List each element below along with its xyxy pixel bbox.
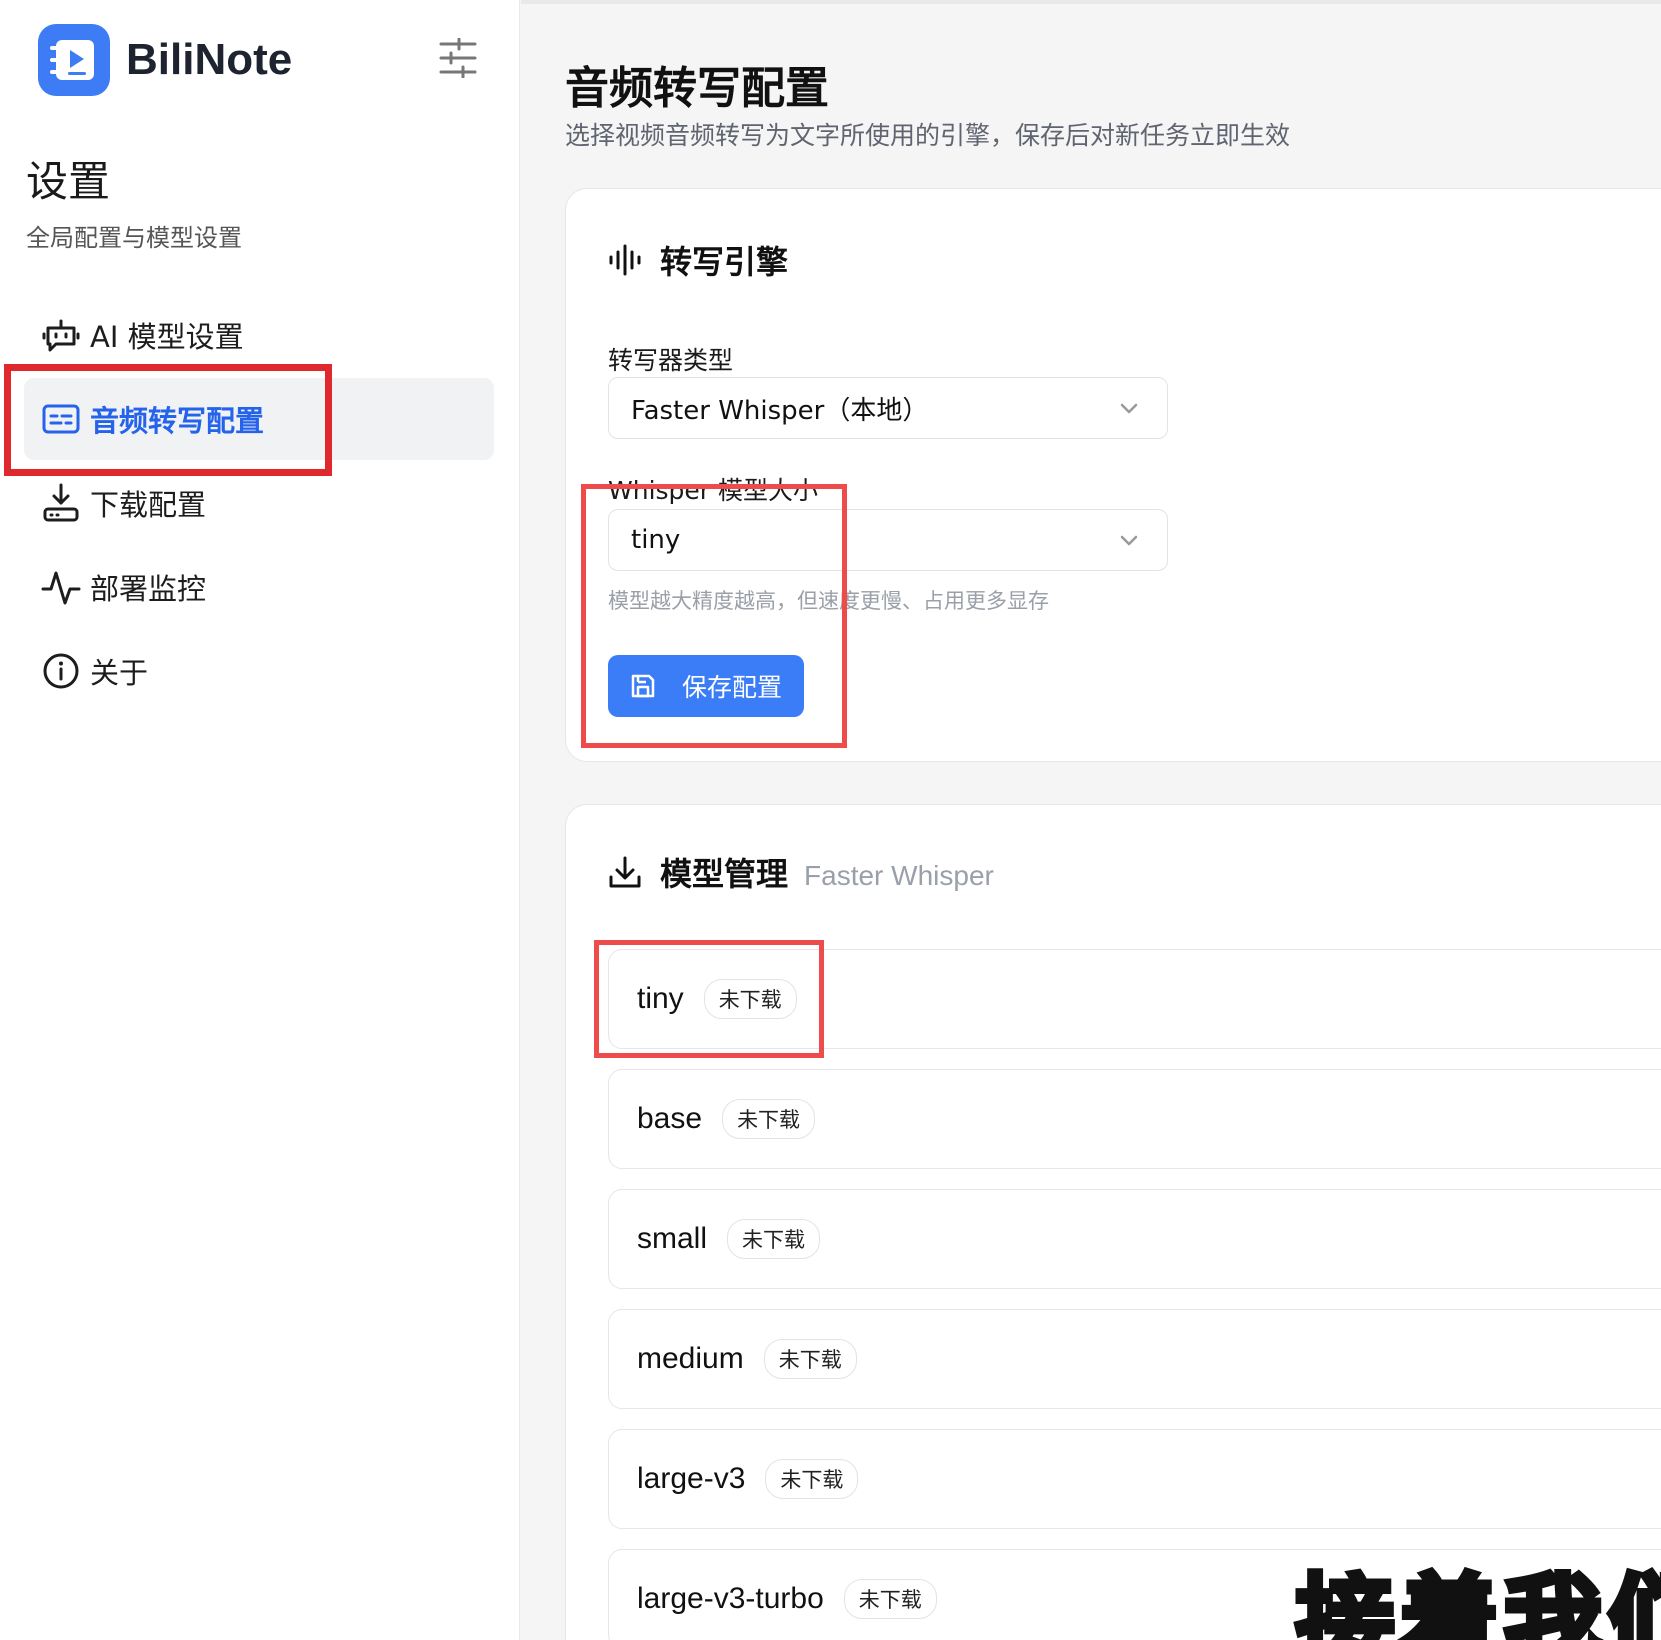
model-size-label: Whisper 模型大小 bbox=[608, 476, 819, 505]
model-card-header: 模型管理 Faster Whisper bbox=[608, 849, 994, 895]
model-row-small[interactable]: small 未下载 bbox=[608, 1189, 1661, 1289]
settings-subtitle: 全局配置与模型设置 bbox=[26, 224, 242, 252]
sidebar-item-label: AI 模型设置 bbox=[90, 320, 244, 354]
model-card-engine-name: Faster Whisper bbox=[804, 860, 994, 891]
save-config-button[interactable]: 保存配置 bbox=[608, 655, 804, 717]
sliders-icon bbox=[439, 38, 477, 78]
app: BiliNote 设置 全局配置与模型设置 AI 模型设置 音频转写配置 下载配… bbox=[0, 0, 1661, 1640]
engine-card-header: 转写引擎 bbox=[608, 237, 788, 283]
status-badge: 未下载 bbox=[765, 1459, 859, 1499]
sidebar-item-download[interactable]: 下载配置 bbox=[24, 462, 494, 544]
sidebar-item-label: 音频转写配置 bbox=[90, 404, 265, 438]
transcriber-type-select[interactable]: Faster Whisper（本地） bbox=[608, 377, 1168, 439]
model-name: base bbox=[637, 1102, 703, 1135]
bilinote-logo-icon bbox=[38, 24, 110, 96]
transcription-engine-card: 转写引擎 转写器类型 Faster Whisper（本地） Whisper 模型… bbox=[565, 188, 1661, 762]
model-row-base[interactable]: base 未下载 bbox=[608, 1069, 1661, 1169]
model-name: small bbox=[637, 1222, 708, 1255]
transcriber-type-label: 转写器类型 bbox=[608, 346, 734, 375]
brand-name: BiliNote bbox=[126, 35, 293, 84]
sidebar-item-ai-model[interactable]: AI 模型设置 bbox=[24, 294, 494, 376]
model-name: large-v3 bbox=[637, 1462, 746, 1495]
page-description: 选择视频音频转写为文字所使用的引擎，保存后对新任务立即生效 bbox=[565, 121, 1291, 150]
status-badge: 未下载 bbox=[722, 1099, 816, 1139]
transcript-icon bbox=[40, 398, 82, 440]
model-name: large-v3-turbo bbox=[637, 1582, 824, 1615]
sidebar-item-label: 关于 bbox=[90, 656, 149, 690]
model-management-card: 模型管理 Faster Whisper tiny 未下载 base 未下载 sm… bbox=[565, 804, 1661, 1640]
chevron-down-icon bbox=[1120, 403, 1138, 414]
transcriber-type-value: Faster Whisper（本地） bbox=[631, 395, 929, 426]
main-content: 音频转写配置 选择视频音频转写为文字所使用的引擎，保存后对新任务立即生效 转写引… bbox=[521, 0, 1661, 1640]
sidebar: BiliNote 设置 全局配置与模型设置 AI 模型设置 音频转写配置 下载配… bbox=[0, 0, 520, 1640]
status-badge: 未下载 bbox=[843, 1579, 937, 1619]
model-row-medium[interactable]: medium 未下载 bbox=[608, 1309, 1661, 1409]
status-badge: 未下载 bbox=[727, 1219, 821, 1259]
save-icon bbox=[630, 672, 658, 700]
top-divider bbox=[521, 0, 1661, 4]
status-badge: 未下载 bbox=[763, 1339, 857, 1379]
info-icon bbox=[40, 650, 82, 692]
settings-title: 设置 bbox=[26, 157, 111, 206]
sidebar-item-label: 部署监控 bbox=[90, 572, 207, 606]
sidebar-settings-toggle[interactable] bbox=[436, 36, 480, 80]
sidebar-item-about[interactable]: 关于 bbox=[24, 630, 494, 712]
activity-icon bbox=[40, 566, 82, 608]
model-name: tiny bbox=[637, 982, 684, 1015]
robot-icon bbox=[40, 314, 82, 356]
model-card-title: 模型管理 bbox=[660, 855, 789, 893]
brand[interactable]: BiliNote bbox=[38, 24, 292, 96]
model-size-select[interactable]: tiny bbox=[608, 509, 1168, 571]
download-icon bbox=[608, 852, 648, 892]
status-badge: 未下载 bbox=[703, 979, 797, 1019]
save-config-label: 保存配置 bbox=[682, 673, 783, 702]
download-tray-icon bbox=[40, 482, 82, 524]
engine-card-title: 转写引擎 bbox=[660, 243, 789, 281]
model-size-value: tiny bbox=[631, 525, 681, 555]
sidebar-item-label: 下载配置 bbox=[90, 488, 207, 522]
sidebar-item-deploy-monitor[interactable]: 部署监控 bbox=[24, 546, 494, 628]
chevron-down-icon bbox=[1120, 535, 1138, 546]
audio-wave-icon bbox=[608, 240, 648, 280]
model-size-hint: 模型越大精度越高，但速度更慢、占用更多显存 bbox=[608, 589, 1049, 613]
model-row-tiny[interactable]: tiny 未下载 bbox=[608, 949, 1661, 1049]
model-name: medium bbox=[637, 1342, 744, 1375]
video-caption-overlay: 接着我们 bbox=[1293, 1562, 1661, 1640]
sidebar-item-audio-transcription[interactable]: 音频转写配置 bbox=[24, 378, 494, 460]
model-row-large-v3[interactable]: large-v3 未下载 bbox=[608, 1429, 1661, 1529]
page-title: 音频转写配置 bbox=[565, 63, 829, 114]
